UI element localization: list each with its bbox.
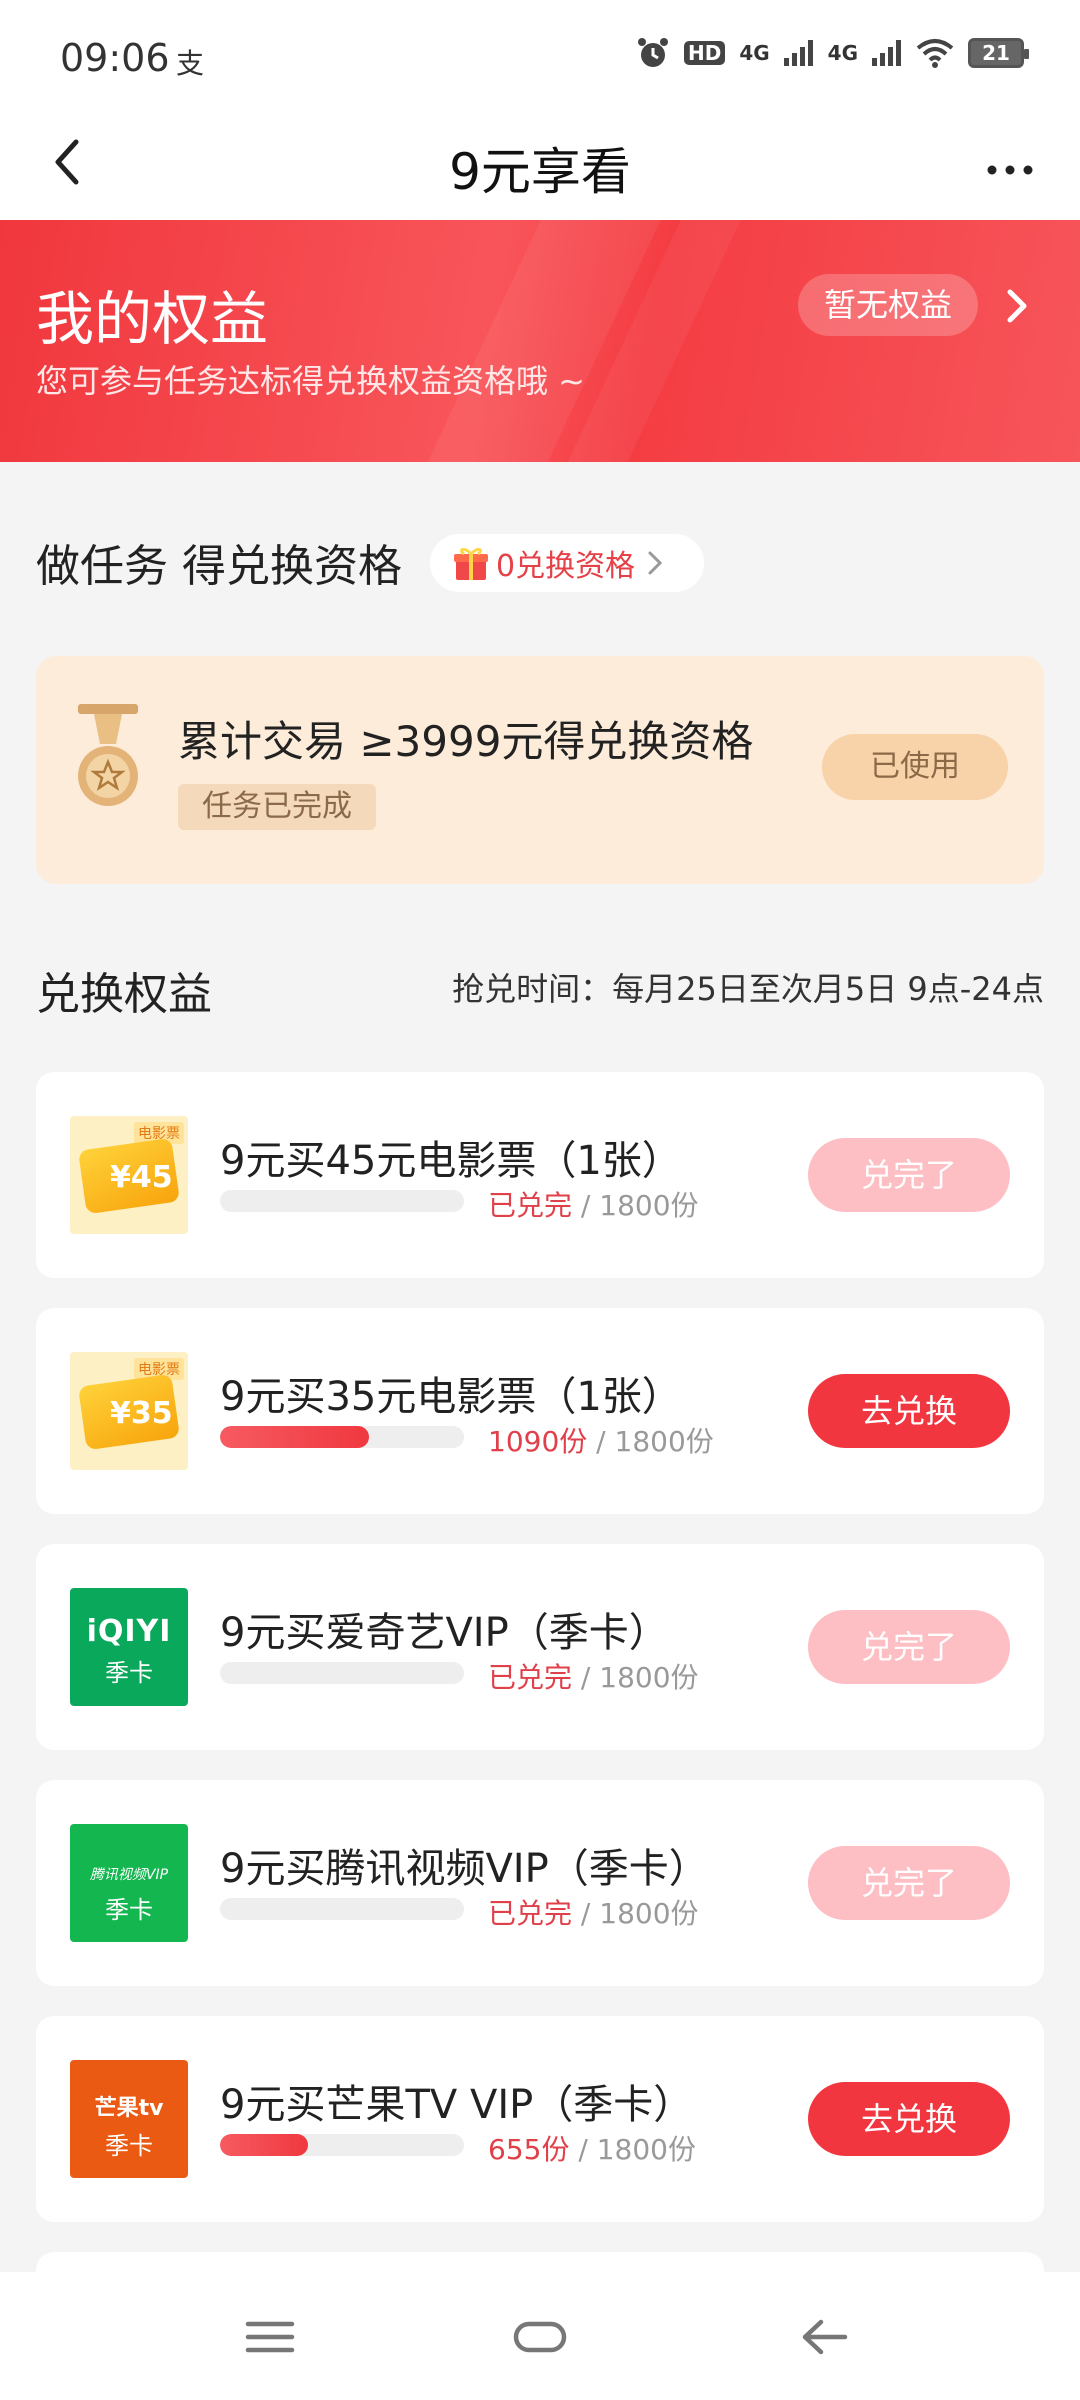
back-icon[interactable] [795,2312,855,2362]
gift-icon [454,547,488,580]
stock-value: 1090份 [488,1425,588,1458]
item-name: 9元买腾讯视频VIP（季卡） [220,1846,709,1892]
sold-out-button[interactable]: 兑完了 [808,1138,1010,1212]
banner-title: 我的权益 [36,285,269,353]
exchange-time: 抢兑时间：每月25日至次月5日 9点-24点 [452,970,1044,1008]
thumb-brand: 腾讯视频VIP [89,1867,169,1883]
qualification-count: 0兑换资格 [496,549,636,584]
system-navigation-bar [0,2272,1080,2400]
thumb-brand: 芒果tv [94,2096,164,2121]
thumb-card-type: 季卡 [105,1896,153,1924]
chevron-right-icon [648,551,663,575]
signal-4g-icon: 4G [739,41,770,65]
stock-total: / 1800份 [569,2133,696,2166]
banner-subtitle: 您可参与任务达标得兑换权益资格哦 ~ [36,362,585,400]
item-name: 9元买爱奇艺VIP（季卡） [220,1610,669,1656]
status-bar: 09:06 支 HD 4G 4G 21 [0,0,1080,110]
thumb-card-type: 季卡 [105,2132,153,2160]
wifi-icon [916,39,954,68]
thumb-card-type: 季卡 [105,1659,153,1687]
mango-tv-logo-thumbnail: 芒果tv 季卡 [70,2060,188,2178]
exchange-item[interactable]: 电影票 ¥35 9元买35元电影票（1张） 1090份 / 1800份 去兑换 [36,1308,1044,1514]
exchange-item[interactable]: 芒果tv 季卡 9元买芒果TV VIP（季卡） 655份 / 1800份 去兑换 [36,2016,1044,2222]
exchange-item[interactable]: 电影票 ¥45 9元买45元电影票（1张） 已兑完 / 1800份 兑完了 [36,1072,1044,1278]
tencent-video-logo-thumbnail: 腾讯视频VIP 季卡 [70,1824,188,1942]
movie-ticket-thumbnail: 电影票 ¥45 [70,1116,188,1234]
thumb-value: ¥35 [110,1396,173,1431]
thumb-value: ¥45 [110,1160,173,1195]
qualification-chip[interactable]: 0兑换资格 [430,534,704,592]
stock-text: 1090份 / 1800份 [488,1420,714,1460]
exchange-button[interactable]: 去兑换 [808,2082,1010,2156]
task-card: 累计交易 ≥3999元得兑换资格 任务已完成 已使用 [36,656,1044,884]
movie-ticket-thumbnail: 电影票 ¥35 [70,1352,188,1470]
stock-text: 已兑完 / 1800份 [488,1892,699,1932]
sold-out-button[interactable]: 兑完了 [808,1846,1010,1920]
task-status-badge: 任务已完成 [178,784,376,830]
signal-4g-icon-2: 4G [827,41,858,65]
status-icons: HD 4G 4G 21 [636,36,1029,70]
sim-icon: 支 [176,47,205,80]
stock-text: 已兑完 / 1800份 [488,1656,699,1696]
nav-bar: 9元享看 [0,110,1080,220]
chevron-right-icon[interactable] [1000,286,1034,326]
stock-text: 655份 / 1800份 [488,2128,696,2168]
stock-progress-bar [220,1662,464,1684]
hd-icon: HD [683,41,726,65]
stock-value: 已兑完 [488,1897,573,1930]
stock-value: 已兑完 [488,1189,573,1222]
exchange-item[interactable]: iQIYI 季卡 9元买爱奇艺VIP（季卡） 已兑完 / 1800份 兑完了 [36,1544,1044,1750]
exchange-button[interactable]: 去兑换 [808,1374,1010,1448]
battery-icon: 21 [968,38,1029,68]
exchange-item[interactable]: 腾讯视频VIP 季卡 9元买腾讯视频VIP（季卡） 已兑完 / 1800份 兑完了 [36,1780,1044,1986]
sold-out-button[interactable]: 兑完了 [808,1610,1010,1684]
stock-value: 655份 [488,2133,570,2166]
exchange-section-heading: 兑换权益 [36,969,212,1020]
more-options-icon[interactable] [980,140,1040,190]
iqiyi-logo-thumbnail: iQIYI 季卡 [70,1588,188,1706]
stock-total: / 1800份 [572,1661,699,1694]
task-section-heading: 做任务 得兑换资格 [36,541,402,592]
menu-icon[interactable] [240,2312,300,2362]
item-name: 9元买芒果TV VIP（季卡） [220,2082,694,2128]
stock-progress-bar [220,1426,464,1448]
thumb-brand: iQIYI [86,1614,172,1649]
stock-total: / 1800份 [572,1189,699,1222]
used-button[interactable]: 已使用 [822,734,1008,800]
home-icon[interactable] [510,2312,570,2362]
stock-total: / 1800份 [587,1425,714,1458]
item-name: 9元买35元电影票（1张） [220,1374,682,1420]
item-name: 9元买45元电影票（1张） [220,1138,682,1184]
stock-total: / 1800份 [572,1897,699,1930]
medal-icon [78,704,138,806]
task-description: 累计交易 ≥3999元得兑换资格 [178,717,754,766]
progress-fill [220,1426,369,1448]
stock-text: 已兑完 / 1800份 [488,1184,699,1224]
no-benefits-badge[interactable]: 暂无权益 [798,274,978,336]
status-time: 09:06 [60,36,170,80]
signal-bars-icon-2 [872,40,901,66]
stock-progress-bar [220,1190,464,1212]
page-title: 9元享看 [449,143,631,201]
signal-bars-icon [783,40,813,66]
stock-progress-bar [220,1898,464,1920]
progress-fill [220,2134,308,2156]
alarm-icon [637,38,668,67]
stock-progress-bar [220,2134,464,2156]
stock-value: 已兑完 [488,1661,573,1694]
my-benefits-banner[interactable]: 我的权益 您可参与任务达标得兑换权益资格哦 ~ 暂无权益 [0,220,1080,462]
